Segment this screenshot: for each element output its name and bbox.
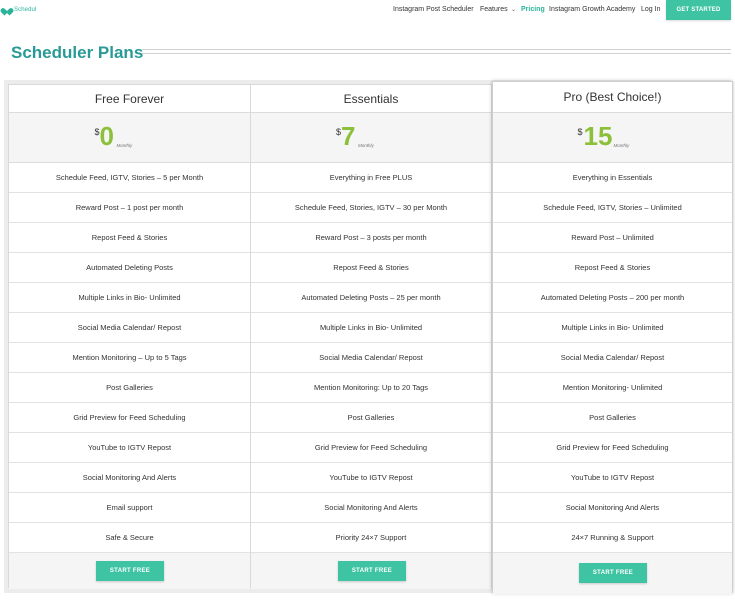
price-amount: 7 xyxy=(341,121,356,151)
feature-row: Grid Preview for Feed Scheduling xyxy=(251,433,491,463)
feature-row: Schedule Feed, Stories, IGTV – 30 per Mo… xyxy=(251,193,491,223)
feature-row: Multiple Links in Bio- Unlimited xyxy=(9,283,250,313)
feature-row: Mention Monitoring – Up to 5 Tags xyxy=(9,343,250,373)
feature-row: Everything in Essentials xyxy=(493,163,732,193)
nav-item-instagram-post-scheduler[interactable]: Instagram Post Scheduler xyxy=(393,6,474,13)
top-navigation: Schedul Instagram Post Scheduler Feature… xyxy=(0,0,735,24)
feature-row: Safe & Secure xyxy=(9,523,250,553)
feature-row: Mention Monitoring: Up to 20 Tags xyxy=(251,373,491,403)
plan-card-free-forever: Free Forever $0 Monthly Schedule Feed, IGTV… xyxy=(8,84,251,589)
page-title: Scheduler Plans xyxy=(11,43,144,62)
logo[interactable]: Schedul xyxy=(3,5,36,14)
logo-icon xyxy=(3,5,12,14)
feature-row: Automated Deleting Posts – 25 per month xyxy=(251,283,491,313)
feature-row: Social Media Calendar/ Repost xyxy=(9,313,250,343)
feature-row: Social Monitoring And Alerts xyxy=(9,463,250,493)
feature-row: Repost Feed & Stories xyxy=(9,223,250,253)
feature-row: YouTube to IGTV Repost xyxy=(9,433,250,463)
feature-row: Grid Preview for Feed Scheduling xyxy=(9,403,250,433)
feature-row: Reward Post – 1 post per month xyxy=(9,193,250,223)
logo-text: Schedul xyxy=(14,6,37,13)
get-started-button[interactable]: GET STARTED xyxy=(666,0,731,20)
feature-row: Schedule Feed, IGTV, Stories – Unlimited xyxy=(493,193,732,223)
nav-item-log-in[interactable]: Log In xyxy=(641,6,660,13)
feature-row: Post Galleries xyxy=(9,373,250,403)
price-period: Monthly xyxy=(613,143,630,148)
feature-row: Schedule Feed, IGTV, Stories – 5 per Mon… xyxy=(9,163,250,193)
feature-row: YouTube to IGTV Repost xyxy=(493,463,732,493)
feature-row: Automated Deleting Posts xyxy=(9,253,250,283)
feature-row: Repost Feed & Stories xyxy=(251,253,491,283)
price: $7 Monthly xyxy=(336,122,406,152)
feature-row: Multiple Links in Bio- Unlimited xyxy=(251,313,491,343)
feature-row: Automated Deleting Posts – 200 per month xyxy=(493,283,732,313)
plan-action-row: START FREE xyxy=(251,553,491,589)
title-divider xyxy=(142,49,731,54)
price-period: Monthly xyxy=(358,143,374,148)
feature-row: Priority 24×7 Support xyxy=(251,523,491,553)
plan-name: Free Forever xyxy=(9,85,250,113)
price-period: Monthly xyxy=(116,143,133,148)
price-currency: $ xyxy=(577,127,583,137)
nav-item-features[interactable]: Features xyxy=(480,6,508,13)
feature-row: Grid Preview for Feed Scheduling xyxy=(493,433,732,463)
feature-row: Repost Feed & Stories xyxy=(493,253,732,283)
plan-card-essentials: Essentials $7 Monthly Everything in Free PL… xyxy=(250,84,492,589)
start-free-button[interactable]: START FREE xyxy=(338,561,406,581)
feature-row: Social Monitoring And Alerts xyxy=(493,493,732,523)
nav-item-instagram-growth-academy[interactable]: Instagram Growth Academy xyxy=(549,6,635,13)
feature-row: 24×7 Running & Support xyxy=(493,523,732,553)
feature-row: Social Media Calendar/ Repost xyxy=(493,343,732,373)
feature-row: Post Galleries xyxy=(493,403,732,433)
start-free-button[interactable]: START FREE xyxy=(96,561,164,581)
plan-action-row: START FREE xyxy=(493,553,732,594)
feature-row: Email support xyxy=(9,493,250,523)
plan-name: Pro (Best Choice!) xyxy=(493,82,732,113)
feature-row: Multiple Links in Bio- Unlimited xyxy=(493,313,732,343)
price-box: $0 Monthly xyxy=(9,113,250,163)
price-amount: 0 xyxy=(99,121,114,151)
nav-item-pricing[interactable]: Pricing xyxy=(521,6,545,13)
feature-row: Social Media Calendar/ Repost xyxy=(251,343,491,373)
chevron-down-icon[interactable]: ⌄ xyxy=(511,6,516,13)
price: $15 Monthly xyxy=(578,122,648,152)
price-box: $7 Monthly xyxy=(251,113,491,163)
feature-row: Post Galleries xyxy=(251,403,491,433)
feature-row: Reward Post – 3 posts per month xyxy=(251,223,491,253)
plan-card-pro: Pro (Best Choice!) $15 Monthly Everything i… xyxy=(492,81,733,594)
feature-row: Reward Post – Unlimited xyxy=(493,223,732,253)
feature-row: YouTube to IGTV Repost xyxy=(251,463,491,493)
plan-name: Essentials xyxy=(251,85,491,113)
plan-action-row: START FREE xyxy=(9,553,250,589)
feature-row: Social Monitoring And Alerts xyxy=(251,493,491,523)
price-amount: 15 xyxy=(583,121,613,151)
feature-row: Everything in Free PLUS xyxy=(251,163,491,193)
start-free-button[interactable]: START FREE xyxy=(579,563,647,583)
feature-row: Mention Monitoring- Unlimited xyxy=(493,373,732,403)
price-box: $15 Monthly xyxy=(493,113,732,163)
price: $0 Monthly xyxy=(95,122,165,152)
